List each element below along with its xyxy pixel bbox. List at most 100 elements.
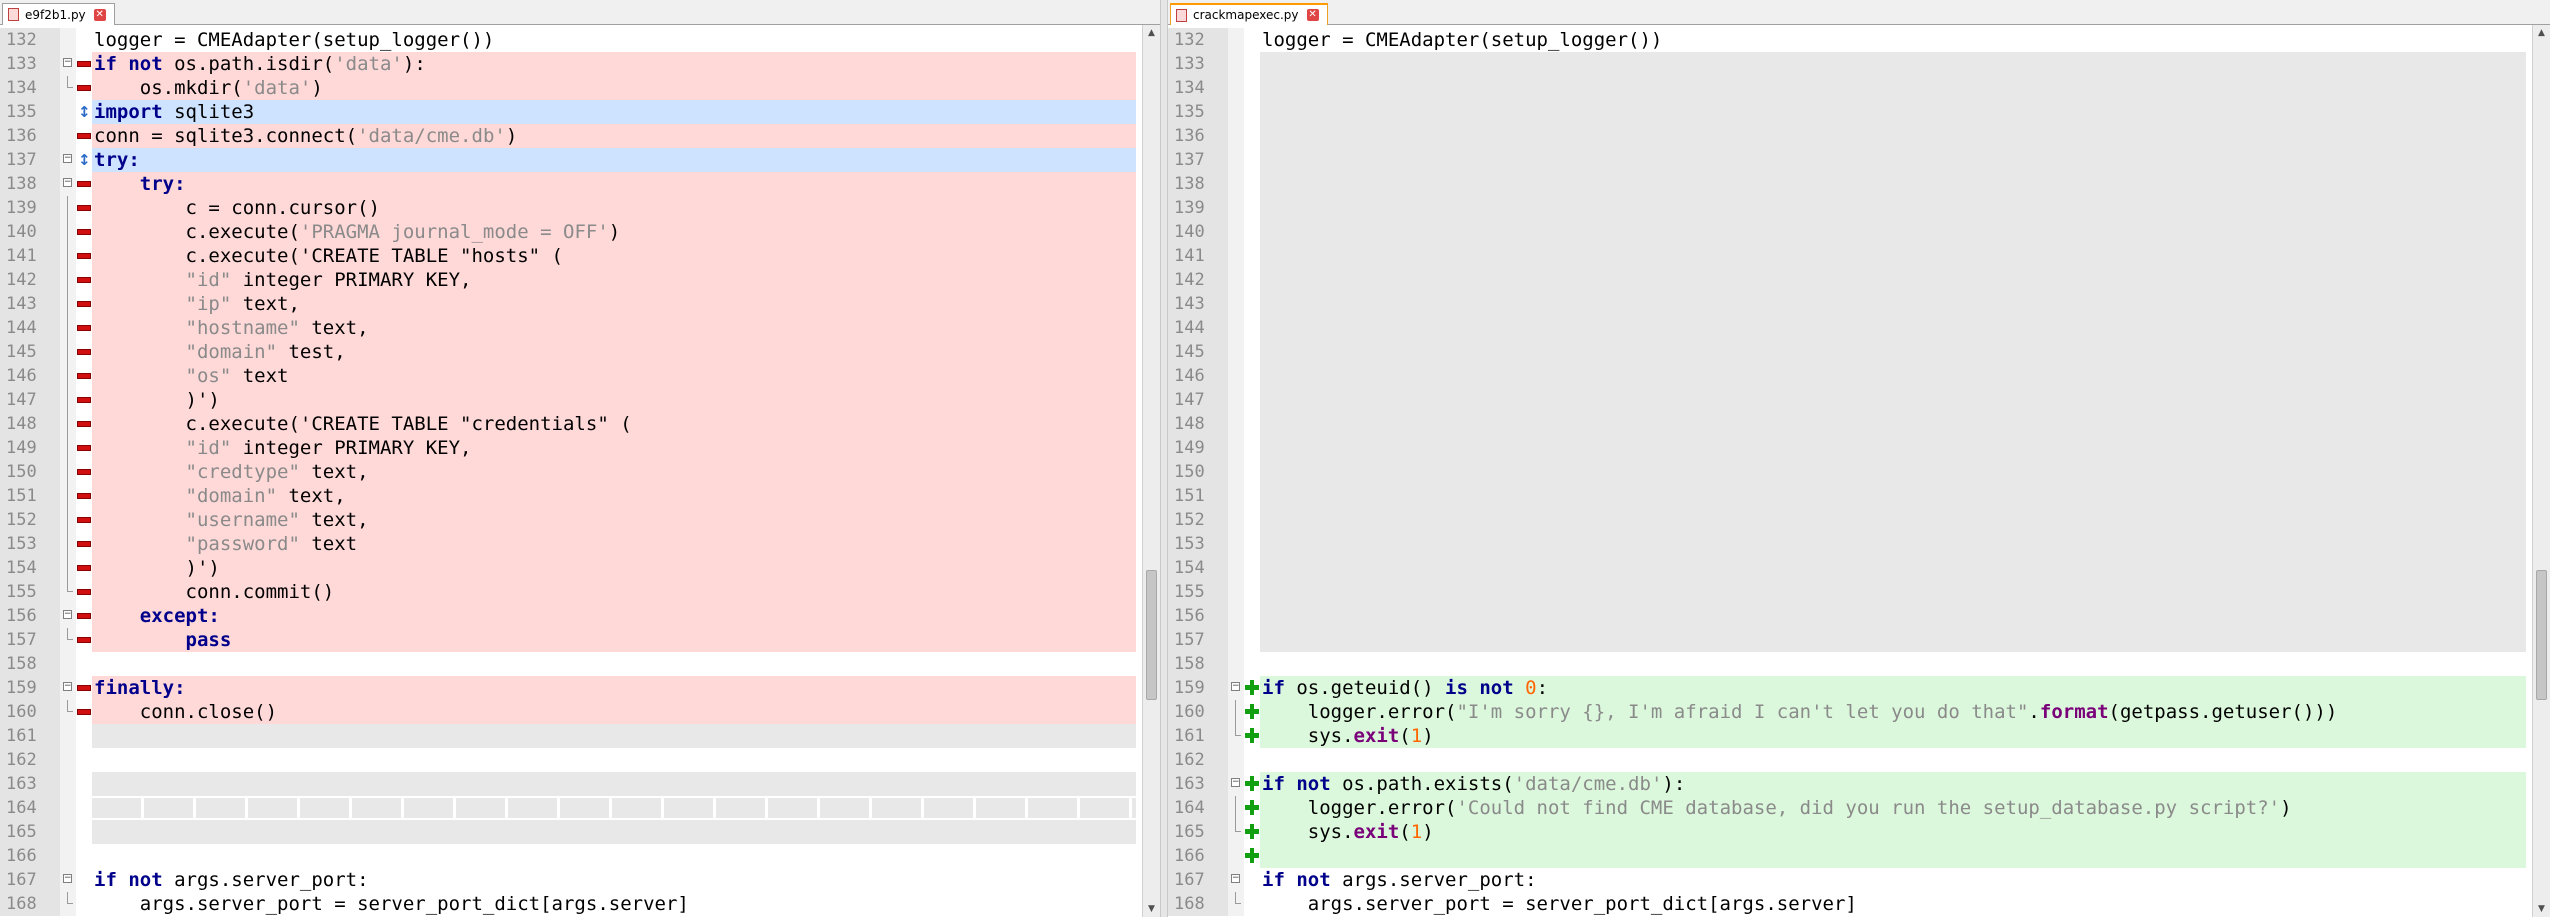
code-text[interactable]: conn = sqlite3.connect('data/cme.db') (92, 124, 1136, 148)
code-line[interactable]: 133 (1168, 52, 2550, 76)
code-line[interactable]: 147 (1168, 388, 2550, 412)
fold-toggle-icon[interactable]: − (63, 874, 72, 883)
code-line[interactable]: 140 (1168, 220, 2550, 244)
code-line[interactable]: 139 (1168, 196, 2550, 220)
code-line[interactable]: 155 conn.commit() (0, 580, 1160, 604)
close-tab-icon[interactable]: ✕ (93, 8, 106, 21)
code-text[interactable] (1260, 556, 2526, 580)
code-text[interactable] (1260, 340, 2526, 364)
code-line[interactable]: 149 (1168, 436, 2550, 460)
code-line[interactable]: 165 (0, 820, 1160, 844)
code-text[interactable]: "domain" test, (92, 340, 1136, 364)
code-line[interactable]: 134 (1168, 76, 2550, 100)
code-line[interactable]: 154 (1168, 556, 2550, 580)
code-text[interactable]: c.execute('CREATE TABLE "credentials" ( (92, 412, 1136, 436)
code-text[interactable]: finally: (92, 676, 1136, 700)
code-text[interactable] (92, 796, 1136, 820)
fold-toggle-icon[interactable]: − (63, 154, 72, 163)
code-text[interactable]: conn.close() (92, 700, 1136, 724)
code-line[interactable]: 143 "ip" text, (0, 292, 1160, 316)
code-text[interactable] (1260, 508, 2526, 532)
code-text[interactable] (92, 724, 1136, 748)
code-text[interactable]: c = conn.cursor() (92, 196, 1136, 220)
fold-toggle-icon[interactable]: − (1231, 874, 1240, 883)
left-code-lines[interactable]: 132 logger = CMEAdapter(setup_logger()) 13… (0, 28, 1160, 916)
code-text[interactable] (92, 844, 1136, 868)
code-text[interactable] (92, 652, 1136, 676)
fold-gutter[interactable]: − (60, 52, 76, 76)
code-line[interactable]: 140 c.execute('PRAGMA journal_mode = OFF… (0, 220, 1160, 244)
fold-gutter[interactable]: − (1228, 772, 1244, 796)
code-text[interactable]: "credtype" text, (92, 460, 1136, 484)
code-text[interactable]: "password" text (92, 532, 1136, 556)
code-line[interactable]: 137− try: (0, 148, 1160, 172)
code-text[interactable] (92, 748, 1136, 772)
code-text[interactable]: logger.error("I'm sorry {}, I'm afraid I… (1260, 700, 2526, 724)
fold-gutter[interactable]: − (60, 676, 76, 700)
code-text[interactable] (1260, 316, 2526, 340)
code-text[interactable]: if not args.server_port: (1260, 868, 2526, 892)
code-text[interactable]: if not args.server_port: (92, 868, 1136, 892)
code-line[interactable]: 150 "credtype" text, (0, 460, 1160, 484)
code-text[interactable] (1260, 748, 2526, 772)
code-line[interactable]: 159− if os.geteuid() is not 0: (1168, 676, 2550, 700)
tab-right-file[interactable]: crackmapexec.py ✕ (1170, 3, 1328, 25)
code-text[interactable]: if not os.path.isdir('data'): (92, 52, 1136, 76)
code-text[interactable]: )') (92, 388, 1136, 412)
left-vertical-scrollbar[interactable]: ▲ ▼ (1142, 25, 1160, 917)
fold-toggle-icon[interactable]: − (63, 178, 72, 187)
code-text[interactable]: args.server_port = server_port_dict[args… (92, 892, 1136, 916)
code-line[interactable]: 141 c.execute('CREATE TABLE "hosts" ( (0, 244, 1160, 268)
code-line[interactable]: 165 sys.exit(1) (1168, 820, 2550, 844)
code-text[interactable]: "id" integer PRIMARY KEY, (92, 436, 1136, 460)
code-text[interactable]: c.execute('CREATE TABLE "hosts" ( (92, 244, 1136, 268)
code-line[interactable]: 151 (1168, 484, 2550, 508)
fold-gutter[interactable]: − (60, 148, 76, 172)
code-text[interactable] (1260, 196, 2526, 220)
code-text[interactable]: try: (92, 148, 1136, 172)
code-line[interactable]: 133− if not os.path.isdir('data'): (0, 52, 1160, 76)
code-line[interactable]: 152 "username" text, (0, 508, 1160, 532)
code-text[interactable] (1260, 292, 2526, 316)
code-text[interactable]: "hostname" text, (92, 316, 1136, 340)
code-line[interactable]: 156− except: (0, 604, 1160, 628)
fold-gutter[interactable]: − (60, 604, 76, 628)
code-line[interactable]: 144 "hostname" text, (0, 316, 1160, 340)
code-text[interactable]: import sqlite3 (92, 100, 1136, 124)
code-text[interactable] (1260, 124, 2526, 148)
code-line[interactable]: 160 conn.close() (0, 700, 1160, 724)
code-text[interactable]: c.execute('PRAGMA journal_mode = OFF') (92, 220, 1136, 244)
code-text[interactable] (1260, 460, 2526, 484)
code-text[interactable] (1260, 244, 2526, 268)
code-text[interactable] (1260, 412, 2526, 436)
code-line[interactable]: 153 (1168, 532, 2550, 556)
code-line[interactable]: 155 (1168, 580, 2550, 604)
pane-splitter[interactable] (1160, 0, 1168, 917)
code-line[interactable]: 146 (1168, 364, 2550, 388)
code-text[interactable] (1260, 52, 2526, 76)
code-text[interactable]: pass (92, 628, 1136, 652)
code-text[interactable] (1260, 172, 2526, 196)
code-line[interactable]: 153 "password" text (0, 532, 1160, 556)
tab-left-file[interactable]: e9f2b1.py ✕ (2, 3, 115, 25)
code-text[interactable]: sys.exit(1) (1260, 724, 2526, 748)
code-line[interactable]: 142 "id" integer PRIMARY KEY, (0, 268, 1160, 292)
code-text[interactable] (1260, 268, 2526, 292)
code-text[interactable] (1260, 76, 2526, 100)
code-text[interactable]: if not os.path.exists('data/cme.db'): (1260, 772, 2526, 796)
code-text[interactable] (1260, 604, 2526, 628)
right-editor-pane[interactable]: 132 logger = CMEAdapter(setup_logger()) 13… (1168, 25, 2550, 917)
code-line[interactable]: 135 (1168, 100, 2550, 124)
code-text[interactable]: if os.geteuid() is not 0: (1260, 676, 2526, 700)
fold-gutter[interactable]: − (1228, 868, 1244, 892)
code-text[interactable]: logger.error('Could not find CME databas… (1260, 796, 2526, 820)
code-line[interactable]: 168 args.server_port = server_port_dict[… (0, 892, 1160, 916)
code-text[interactable]: sys.exit(1) (1260, 820, 2526, 844)
code-line[interactable]: 147 )') (0, 388, 1160, 412)
scroll-up-arrow-icon[interactable]: ▲ (1143, 25, 1160, 41)
code-text[interactable]: logger = CMEAdapter(setup_logger()) (1260, 28, 2526, 52)
code-text[interactable]: args.server_port = server_port_dict[args… (1260, 892, 2526, 916)
scroll-down-arrow-icon[interactable]: ▼ (2533, 901, 2550, 917)
code-line[interactable]: 146 "os" text (0, 364, 1160, 388)
code-text[interactable] (1260, 652, 2526, 676)
